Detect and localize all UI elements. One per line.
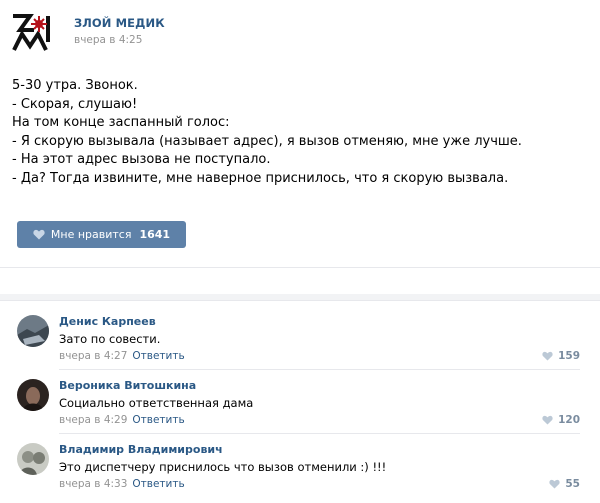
- comment: Вероника Витошкина Социально ответственн…: [0, 379, 600, 439]
- comment-meta: вчера в 4:33 Ответить: [59, 478, 185, 490]
- divider: [59, 369, 580, 370]
- divider: [0, 267, 600, 268]
- post-text-line: - Я скорую вызывала (называет адрес), я …: [12, 133, 522, 149]
- post-text-line: 5-30 утра. Звонок.: [12, 78, 138, 93]
- comment-like-count: 120: [558, 414, 580, 426]
- comment-like[interactable]: 159: [542, 350, 580, 362]
- divider: [0, 300, 600, 301]
- comment-like-count: 55: [565, 478, 580, 490]
- heart-icon: [33, 229, 45, 240]
- post-author[interactable]: ЗЛОЙ МЕДИК: [74, 16, 165, 30]
- comment-like-count: 159: [558, 350, 580, 362]
- reply-link[interactable]: Ответить: [132, 478, 184, 490]
- avatar[interactable]: [17, 443, 49, 475]
- comment: Владимир Владимирович Это диспетчеру при…: [0, 443, 600, 503]
- reply-link[interactable]: Ответить: [132, 350, 184, 362]
- comment-author[interactable]: Владимир Владимирович: [59, 443, 223, 456]
- avatar[interactable]: [17, 379, 49, 411]
- comment-like[interactable]: 55: [549, 478, 580, 490]
- divider: [59, 433, 580, 434]
- reply-link[interactable]: Ответить: [132, 414, 184, 426]
- post-text-line: - Скорая, слушаю!: [12, 96, 138, 112]
- comment-author[interactable]: Денис Карпеев: [59, 315, 156, 328]
- heart-icon: [549, 479, 560, 489]
- comment-time[interactable]: вчера в 4:27: [59, 350, 127, 362]
- comment-meta: вчера в 4:27 Ответить: [59, 350, 185, 362]
- avatar[interactable]: [17, 315, 49, 347]
- heart-icon: [542, 351, 553, 361]
- community-logo[interactable]: [12, 12, 56, 52]
- heart-icon: [542, 415, 553, 425]
- post-text-line: - Да? Тогда извините, мне наверное присн…: [12, 170, 509, 186]
- comment-text: Зато по совести.: [59, 332, 161, 346]
- comment-author[interactable]: Вероника Витошкина: [59, 379, 196, 392]
- comment-meta: вчера в 4:29 Ответить: [59, 414, 185, 426]
- comment-time[interactable]: вчера в 4:33: [59, 478, 127, 490]
- comment: Денис Карпеев Зато по совести. вчера в 4…: [0, 315, 600, 375]
- post-time[interactable]: вчера в 4:25: [74, 34, 142, 46]
- like-label: Мне нравится: [50, 228, 132, 241]
- post-text-line: На том конце заспанный голос:: [12, 115, 230, 130]
- comment-time[interactable]: вчера в 4:29: [59, 414, 127, 426]
- like-count: 1641: [139, 228, 171, 241]
- comment-text: Социально ответственная дама: [59, 396, 254, 410]
- comment-like[interactable]: 120: [542, 414, 580, 426]
- post-text: 5-30 утра. Звонок. - Скорая, слушаю! На …: [12, 77, 592, 188]
- like-button[interactable]: Мне нравится 1641: [17, 221, 186, 248]
- post-text-line: - На этот адрес вызова не поступало.: [12, 152, 271, 167]
- comment-text: Это диспетчеру приснилось что вызов отме…: [59, 460, 387, 474]
